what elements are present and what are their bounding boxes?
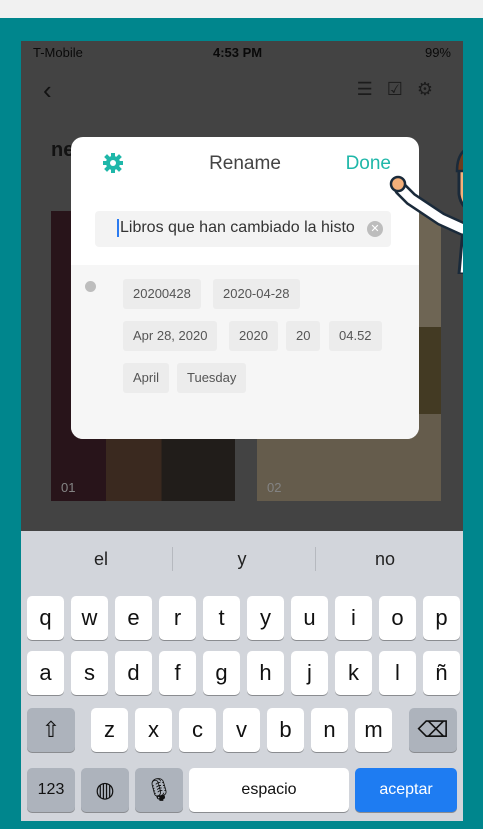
return-key[interactable]: aceptar bbox=[355, 768, 457, 812]
key-e[interactable]: e bbox=[115, 596, 152, 640]
key-p[interactable]: p bbox=[423, 596, 460, 640]
key-r[interactable]: r bbox=[159, 596, 196, 640]
key-q[interactable]: q bbox=[27, 596, 64, 640]
key-d[interactable]: d bbox=[115, 651, 152, 695]
rename-dialog: Rename Done Libros que han cambiado la h… bbox=[71, 137, 419, 439]
key-j[interactable]: j bbox=[291, 651, 328, 695]
key-z[interactable]: z bbox=[91, 708, 128, 752]
key-w[interactable]: w bbox=[71, 596, 108, 640]
tag-chip[interactable]: 20 bbox=[286, 321, 321, 351]
key-t[interactable]: t bbox=[203, 596, 240, 640]
key-y[interactable]: y bbox=[247, 596, 284, 640]
key-k[interactable]: k bbox=[335, 651, 372, 695]
filename-value: Libros que han cambiado la histo bbox=[117, 219, 368, 237]
tag-chip[interactable]: 2020-04-28 bbox=[213, 279, 300, 309]
key-i[interactable]: i bbox=[335, 596, 372, 640]
suggestion[interactable]: el bbox=[31, 549, 171, 570]
key-l[interactable]: l bbox=[379, 651, 416, 695]
key-v[interactable]: v bbox=[223, 708, 260, 752]
suggestion[interactable]: y bbox=[172, 549, 312, 570]
tag-chip[interactable]: 20200428 bbox=[123, 279, 201, 309]
keyboard: el y no q w e r t y u i o p a s d f g h j k l ñ ⇧ z x c v b n m ⌫ 123… bbox=[21, 531, 463, 821]
tag-chip[interactable]: Tuesday bbox=[177, 363, 247, 393]
suggestion[interactable]: no bbox=[315, 549, 455, 570]
character-illustration bbox=[389, 149, 463, 274]
globe-icon[interactable]: ◍ bbox=[81, 768, 129, 812]
filename-input[interactable]: Libros que han cambiado la histo ✕ bbox=[95, 211, 391, 247]
key-n[interactable]: n bbox=[311, 708, 348, 752]
key-c[interactable]: c bbox=[179, 708, 216, 752]
tag-chip[interactable]: 04.52 bbox=[329, 321, 382, 351]
tag-chip[interactable]: April bbox=[123, 363, 170, 393]
shift-icon[interactable]: ⇧ bbox=[27, 708, 75, 752]
dialog-header: Rename Done bbox=[71, 137, 419, 193]
clock-icon bbox=[85, 281, 96, 292]
key-u[interactable]: u bbox=[291, 596, 328, 640]
phone-screen: T-Mobile 4:53 PM 99% ‹ ☰☑⚙ ne 01 02 Rena… bbox=[21, 41, 463, 821]
name-suggestion-tags: 20200428 2020-04-28 Apr 28, 2020 2020 20… bbox=[71, 265, 419, 439]
key-ñ[interactable]: ñ bbox=[423, 651, 460, 695]
space-key[interactable]: espacio bbox=[189, 768, 349, 812]
key-f[interactable]: f bbox=[159, 651, 196, 695]
numbers-key[interactable]: 123 bbox=[27, 768, 75, 812]
microphone-icon[interactable]: 🎙 bbox=[135, 768, 183, 812]
key-m[interactable]: m bbox=[355, 708, 392, 752]
key-h[interactable]: h bbox=[247, 651, 284, 695]
key-b[interactable]: b bbox=[267, 708, 304, 752]
suggestion-bar: el y no bbox=[21, 531, 463, 589]
key-x[interactable]: x bbox=[135, 708, 172, 752]
tag-chip[interactable]: Apr 28, 2020 bbox=[123, 321, 218, 351]
teal-frame: T-Mobile 4:53 PM 99% ‹ ☰☑⚙ ne 01 02 Rena… bbox=[0, 18, 483, 829]
key-a[interactable]: a bbox=[27, 651, 64, 695]
backspace-icon[interactable]: ⌫ bbox=[409, 708, 457, 752]
tag-chip[interactable]: 2020 bbox=[229, 321, 278, 351]
key-g[interactable]: g bbox=[203, 651, 240, 695]
key-o[interactable]: o bbox=[379, 596, 416, 640]
key-s[interactable]: s bbox=[71, 651, 108, 695]
